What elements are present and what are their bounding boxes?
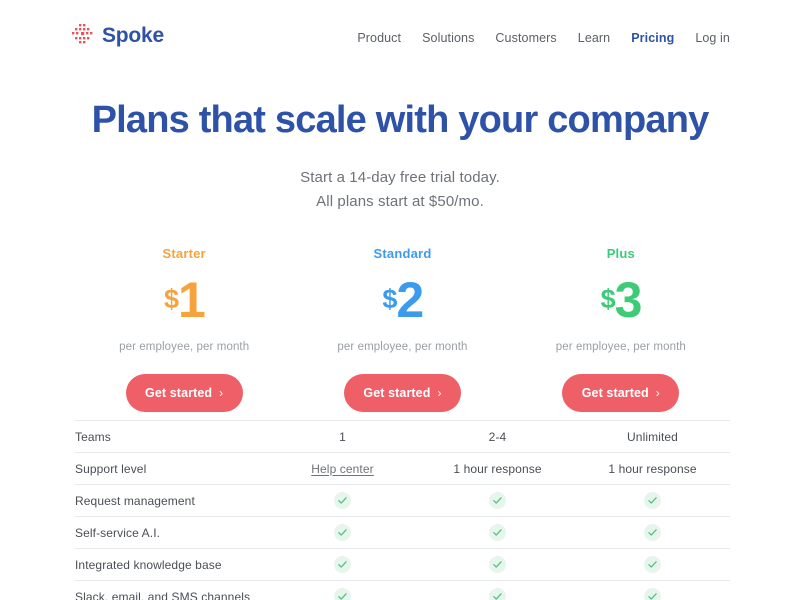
plan-columns: Starter $1 per employee, per month Get s… bbox=[75, 245, 730, 412]
get-started-button-standard[interactable]: Get started › bbox=[343, 374, 461, 412]
table-row: Slack, email, and SMS channels bbox=[75, 580, 730, 600]
plan-unit-plus: per employee, per month bbox=[555, 341, 686, 353]
table-row: Request management bbox=[75, 484, 730, 517]
feature-cell-text: 1 hour response bbox=[608, 461, 697, 476]
feature-label: Request management bbox=[75, 493, 195, 508]
dot-grid-logo-icon bbox=[72, 24, 94, 46]
plan-currency-starter: $ bbox=[163, 284, 179, 314]
nav-item-customers[interactable]: Customers bbox=[495, 31, 556, 45]
check-icon bbox=[334, 524, 351, 541]
get-started-label-starter: Get started bbox=[145, 386, 213, 400]
chevron-right-icon: › bbox=[655, 386, 660, 400]
plan-currency-standard: $ bbox=[382, 284, 397, 314]
feature-cell-check bbox=[265, 517, 420, 549]
plan-currency-plus: $ bbox=[600, 284, 616, 314]
hero-section: Plans that scale with your company Start… bbox=[0, 96, 800, 214]
table-row: Integrated knowledge base bbox=[75, 548, 730, 581]
feature-cell-check bbox=[265, 581, 420, 600]
feature-cell-check bbox=[420, 549, 575, 581]
nav-item-pricing[interactable]: Pricing bbox=[631, 31, 674, 45]
plan-starter: Starter $1 per employee, per month Get s… bbox=[75, 245, 293, 412]
plan-name-starter: Starter bbox=[162, 246, 206, 261]
get-started-label-standard: Get started bbox=[363, 386, 431, 400]
nav-item-learn[interactable]: Learn bbox=[578, 31, 610, 45]
table-row: Self-service A.I. bbox=[75, 516, 730, 549]
check-icon bbox=[334, 492, 351, 509]
feature-cell-check bbox=[575, 517, 730, 549]
plan-price-starter: $1 bbox=[75, 275, 293, 325]
plan-price-plus: $3 bbox=[512, 275, 730, 325]
feature-cell-check bbox=[575, 485, 730, 517]
check-icon bbox=[644, 524, 661, 541]
feature-comparison-table: Teams 1 2-4 Unlimited Support level Help cent… bbox=[75, 420, 730, 600]
plan-plus: Plus $3 per employee, per month Get star… bbox=[512, 245, 730, 412]
feature-cell-check bbox=[420, 485, 575, 517]
get-started-label-plus: Get started bbox=[581, 386, 649, 400]
plan-unit-starter: per employee, per month bbox=[119, 341, 250, 353]
feature-cell-link: Help center bbox=[265, 453, 420, 485]
plan-amount-starter: 1 bbox=[178, 272, 206, 328]
brand-name: Spoke bbox=[102, 23, 165, 47]
chevron-right-icon: › bbox=[219, 386, 224, 400]
plan-cta-wrap-starter: Get started › bbox=[75, 374, 293, 412]
feature-label: Teams bbox=[75, 429, 111, 444]
check-icon bbox=[489, 492, 506, 509]
get-started-button-starter[interactable]: Get started › bbox=[125, 374, 243, 412]
plan-name-plus: Plus bbox=[606, 246, 635, 261]
plan-unit-standard: per employee, per month bbox=[337, 341, 468, 353]
plan-name-standard: Standard bbox=[373, 246, 432, 261]
check-icon bbox=[644, 492, 661, 509]
feature-label: Integrated knowledge base bbox=[75, 557, 222, 572]
hero-subtitle-line-1: Start a 14-day free trial today. bbox=[300, 169, 500, 186]
feature-cell-check bbox=[420, 517, 575, 549]
feature-cell-text: 1 bbox=[339, 429, 346, 444]
check-icon bbox=[489, 588, 506, 600]
check-icon bbox=[489, 556, 506, 573]
check-icon bbox=[334, 588, 351, 600]
feature-cell-text: 2-4 bbox=[488, 429, 507, 444]
plan-standard: Standard $2 per employee, per month Get … bbox=[293, 245, 511, 412]
pricing-page: Spoke Product Solutions Customers Learn … bbox=[0, 0, 800, 600]
feature-label: Support level bbox=[75, 461, 147, 476]
check-icon bbox=[644, 588, 661, 600]
feature-cell-check bbox=[265, 549, 420, 581]
feature-cell-text: 1 hour response bbox=[453, 461, 542, 476]
feature-cell-check bbox=[575, 549, 730, 581]
feature-label: Slack, email, and SMS channels bbox=[75, 589, 251, 600]
feature-cell-text: Unlimited bbox=[627, 429, 678, 444]
check-icon bbox=[489, 524, 506, 541]
hero-subtitle: Start a 14-day free trial today. All pla… bbox=[0, 166, 800, 214]
plan-cta-wrap-plus: Get started › bbox=[512, 374, 730, 412]
plan-price-standard: $2 bbox=[293, 275, 511, 325]
check-icon bbox=[334, 556, 351, 573]
site-header: Spoke Product Solutions Customers Learn … bbox=[0, 0, 800, 72]
help-center-link[interactable]: Help center bbox=[311, 462, 373, 476]
main-nav: Product Solutions Customers Learn Pricin… bbox=[357, 31, 730, 45]
table-row: Support level Help center 1 hour response 1… bbox=[75, 452, 730, 485]
page-title: Plans that scale with your company bbox=[91, 99, 710, 141]
nav-item-log-in[interactable]: Log in bbox=[695, 31, 730, 45]
nav-item-product[interactable]: Product bbox=[357, 31, 401, 45]
plan-amount-standard: 2 bbox=[396, 272, 424, 328]
hero-subtitle-line-2: All plans start at $50/mo. bbox=[316, 193, 484, 210]
check-icon bbox=[644, 556, 661, 573]
feature-cell-check bbox=[265, 485, 420, 517]
feature-label: Self-service A.I. bbox=[75, 525, 161, 540]
plan-amount-plus: 3 bbox=[614, 272, 643, 328]
plan-cta-wrap-standard: Get started › bbox=[293, 374, 511, 412]
brand-logo-link[interactable]: Spoke bbox=[72, 24, 164, 46]
feature-cell-check bbox=[575, 581, 730, 600]
nav-item-solutions[interactable]: Solutions bbox=[422, 31, 474, 45]
feature-cell-check bbox=[420, 581, 575, 600]
get-started-button-plus[interactable]: Get started › bbox=[562, 374, 680, 412]
chevron-right-icon: › bbox=[437, 386, 442, 400]
table-row: Teams 1 2-4 Unlimited bbox=[75, 420, 730, 453]
